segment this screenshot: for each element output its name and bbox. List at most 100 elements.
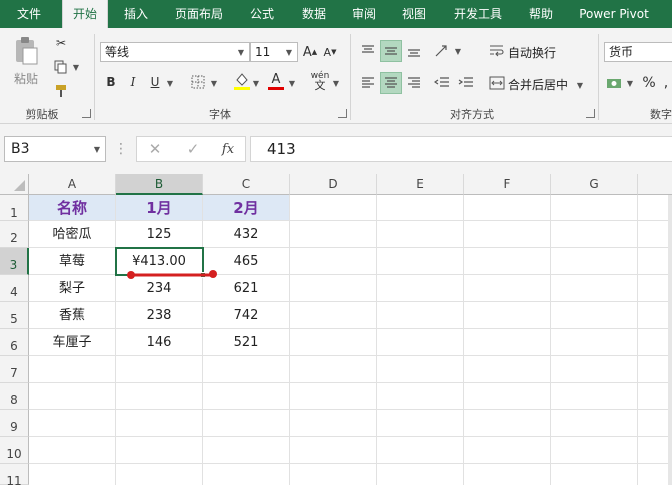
bold-button[interactable]: B <box>102 72 120 92</box>
more-options-icon[interactable]: ⋮ <box>114 140 128 158</box>
tab-file[interactable]: 文件 <box>6 0 52 28</box>
font-color-icon[interactable]: A <box>266 70 286 92</box>
chevron-down-icon[interactable]: ▼ <box>92 144 102 154</box>
format-painter-icon[interactable] <box>52 82 70 100</box>
cut-icon[interactable]: ✂ <box>52 34 70 52</box>
tab-review[interactable]: 审阅 <box>344 0 384 28</box>
number-format-field[interactable]: 货币 <box>604 42 672 62</box>
dialog-launcher-icon[interactable] <box>338 109 347 118</box>
align-center-icon[interactable] <box>380 72 402 94</box>
row-header-4[interactable]: 4 <box>0 275 29 302</box>
align-top-icon[interactable] <box>358 40 378 62</box>
row-header-5[interactable]: 5 <box>0 302 29 329</box>
text-orientation-icon[interactable] <box>432 40 452 62</box>
font-name-field[interactable]: 等线 <box>100 42 250 62</box>
column-header-e[interactable]: E <box>377 174 464 195</box>
grow-font-button[interactable]: A ▲ <box>302 42 318 62</box>
row-header-10[interactable]: 10 <box>0 437 29 464</box>
cell-b2[interactable]: 125 <box>116 221 203 248</box>
tab-developer[interactable]: 开发工具 <box>446 0 510 28</box>
dialog-launcher-icon[interactable] <box>586 109 595 118</box>
border-icon[interactable] <box>188 72 208 92</box>
column-header-g[interactable]: G <box>551 174 638 195</box>
cell-a2[interactable]: 哈密瓜 <box>29 221 116 248</box>
cell-c6[interactable]: 521 <box>203 329 290 356</box>
tab-help[interactable]: 帮助 <box>522 0 560 28</box>
shrink-font-button[interactable]: A ▼ <box>322 42 338 62</box>
cell-c1[interactable]: 2月 <box>203 195 290 221</box>
align-right-icon[interactable] <box>404 72 424 94</box>
cell-b1[interactable]: 1月 <box>116 195 203 221</box>
wrap-text-button[interactable]: 自动换行 <box>508 44 556 61</box>
column-header-c[interactable]: C <box>203 174 290 195</box>
cell-a6[interactable]: 车厘子 <box>29 329 116 356</box>
name-box[interactable]: B3 <box>4 136 106 162</box>
paste-icon[interactable] <box>10 34 42 68</box>
merge-center-icon[interactable] <box>488 72 506 94</box>
row-header-7[interactable]: 7 <box>0 356 29 383</box>
row-header-8[interactable]: 8 <box>0 383 29 410</box>
fill-color-icon[interactable] <box>232 70 252 92</box>
tab-insert[interactable]: 插入 <box>114 0 158 28</box>
copy-icon[interactable] <box>52 58 70 76</box>
row-header-6[interactable]: 6 <box>0 329 29 356</box>
chevron-down-icon[interactable]: ▼ <box>288 78 296 88</box>
column-header-b[interactable]: B <box>116 174 203 195</box>
cell-a4[interactable]: 梨子 <box>29 275 116 302</box>
row-header-2[interactable]: 2 <box>0 221 29 248</box>
name-box-value: B3 <box>11 141 30 157</box>
select-all-button[interactable] <box>0 174 29 195</box>
align-middle-icon[interactable] <box>380 40 402 62</box>
cell-b5[interactable]: 238 <box>116 302 203 329</box>
chevron-down-icon[interactable]: ▼ <box>454 46 462 56</box>
align-bottom-icon[interactable] <box>404 40 424 62</box>
tab-formulas[interactable]: 公式 <box>242 0 282 28</box>
cell-a1[interactable]: 名称 <box>29 195 116 221</box>
wrap-text-icon[interactable] <box>488 40 506 62</box>
font-size-value: 11 <box>255 45 271 59</box>
chevron-down-icon[interactable]: ▼ <box>236 47 246 57</box>
formula-input[interactable]: 413 <box>250 136 672 162</box>
paste-label[interactable]: 粘贴 <box>14 70 38 87</box>
chevron-down-icon[interactable]: ▼ <box>576 80 584 90</box>
cell-b6[interactable]: 146 <box>116 329 203 356</box>
row-header-1[interactable]: 1 <box>0 195 29 221</box>
enter-icon[interactable]: ✓ <box>184 140 202 158</box>
column-header-f[interactable]: F <box>464 174 551 195</box>
comma-style-icon[interactable]: , <box>660 72 672 94</box>
phonetic-guide-icon[interactable]: wén 文 <box>308 68 332 94</box>
cell-c5[interactable]: 742 <box>203 302 290 329</box>
row-header-11[interactable]: 11 <box>0 464 29 488</box>
cancel-icon[interactable]: ✕ <box>146 140 164 158</box>
cell-c2[interactable]: 432 <box>203 221 290 248</box>
chevron-down-icon[interactable]: ▼ <box>72 62 80 72</box>
percent-style-button[interactable]: % <box>640 72 658 94</box>
align-left-icon[interactable] <box>358 72 378 94</box>
chevron-down-icon[interactable]: ▼ <box>332 78 340 88</box>
italic-button[interactable]: I <box>124 72 142 92</box>
chevron-down-icon[interactable]: ▼ <box>210 78 218 88</box>
tab-power-pivot[interactable]: Power Pivot <box>572 0 656 28</box>
cell-a3[interactable]: 草莓 <box>29 248 116 275</box>
column-header-d[interactable]: D <box>290 174 377 195</box>
chevron-down-icon[interactable]: ▼ <box>284 47 294 57</box>
tab-view[interactable]: 视图 <box>394 0 434 28</box>
cell-a5[interactable]: 香蕉 <box>29 302 116 329</box>
increase-indent-icon[interactable] <box>456 72 476 94</box>
accounting-format-icon[interactable] <box>604 72 626 94</box>
tab-data[interactable]: 数据 <box>292 0 336 28</box>
column-header-h[interactable] <box>638 174 672 195</box>
column-header-a[interactable]: A <box>29 174 116 195</box>
underline-button[interactable]: U <box>146 72 164 92</box>
chevron-down-icon[interactable]: ▼ <box>252 78 260 88</box>
decrease-indent-icon[interactable] <box>432 72 452 94</box>
dialog-launcher-icon[interactable] <box>82 109 91 118</box>
tab-home[interactable]: 开始 <box>62 0 108 28</box>
tab-page-layout[interactable]: 页面布局 <box>166 0 232 28</box>
row-header-9[interactable]: 9 <box>0 410 29 437</box>
chevron-down-icon[interactable]: ▼ <box>626 78 634 88</box>
merge-center-button[interactable]: 合并后居中 <box>508 76 568 93</box>
chevron-down-icon[interactable]: ▼ <box>166 78 174 88</box>
row-header-3[interactable]: 3 <box>0 248 29 275</box>
insert-function-button[interactable]: fx <box>218 140 238 158</box>
